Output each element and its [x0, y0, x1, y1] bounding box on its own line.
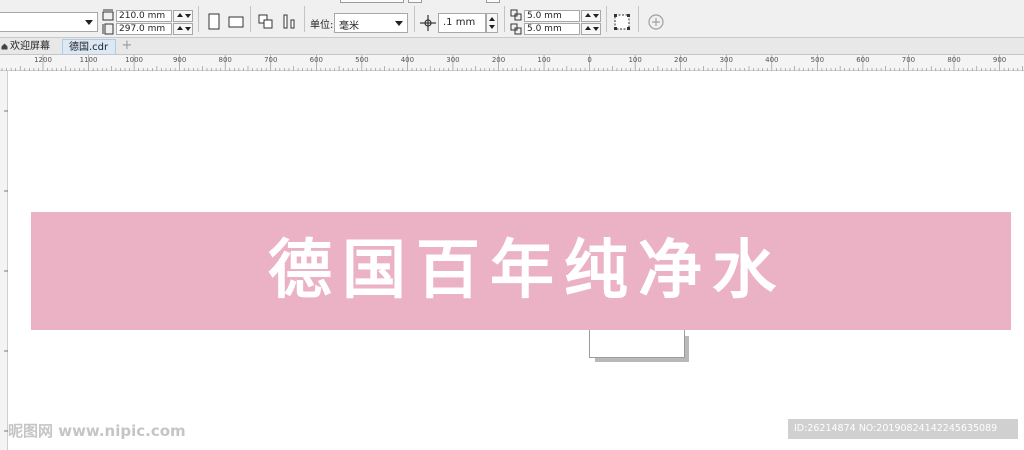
duplicate-x-value: 5.0 mm — [527, 11, 562, 21]
new-tab-button[interactable]: + — [120, 39, 134, 54]
duplicate-x-spinner[interactable] — [581, 10, 601, 22]
chevron-down-icon — [85, 20, 93, 25]
ruler-label: 1000 — [125, 56, 144, 64]
current-page-icon[interactable] — [280, 12, 300, 32]
ruler-label: 600 — [856, 56, 870, 64]
ruler-label: 500 — [810, 56, 825, 64]
toolbar-top-strip — [340, 0, 500, 3]
page-height-spinner[interactable] — [173, 23, 193, 35]
ruler-label: 600 — [309, 56, 323, 64]
nudge-value: .1 mm — [443, 17, 476, 28]
tab-welcome-screen[interactable]: 欢迎屏幕 — [0, 39, 58, 54]
page-height-input[interactable]: 297.0 mm — [116, 23, 172, 35]
add-icon[interactable] — [646, 12, 666, 32]
tab-document[interactable]: 德国.cdr — [62, 39, 116, 54]
paper-size-dropdown[interactable] — [0, 12, 98, 32]
duplicate-y-spinner[interactable] — [581, 23, 601, 35]
add-tab-label: + — [121, 38, 133, 53]
all-pages-icon[interactable] — [256, 12, 276, 32]
watermark-site: 昵图网 www.nipic.com — [8, 422, 186, 440]
landscape-icon[interactable] — [226, 12, 246, 32]
ruler-label: 300 — [446, 56, 460, 64]
watermark-id: ID:26214874 NO:20190824142245635089 — [788, 419, 1018, 439]
drawing-canvas[interactable]: 德国百年纯净水 — [9, 72, 1024, 450]
page-width-value: 210.0 mm — [119, 11, 166, 21]
separator — [504, 6, 505, 32]
page-width-spinner[interactable] — [173, 10, 193, 22]
separator — [638, 6, 639, 32]
separator — [606, 6, 607, 32]
banner-title-text[interactable]: 德国百年纯净水 — [31, 212, 1011, 330]
units-value: 毫米 — [339, 21, 359, 32]
nudge-input[interactable]: .1 mm — [438, 13, 486, 33]
duplicate-x-input[interactable]: 5.0 mm — [524, 10, 580, 22]
tab-welcome-screen-label: 欢迎屏幕 — [10, 41, 50, 52]
ruler-label: 900 — [172, 56, 187, 64]
width-icon — [102, 9, 114, 21]
property-bar: 210.0 mm 297.0 mm 单位: 毫米 .1 mm 5.0 mm 5.… — [0, 0, 1024, 38]
ruler-label: 200 — [491, 56, 506, 64]
duplicate-x-icon — [510, 9, 522, 21]
separator — [414, 6, 415, 32]
ruler-ticks — [1, 55, 1023, 71]
units-label: 单位: — [310, 20, 334, 31]
ruler-label: 700 — [901, 56, 916, 64]
ruler-label: 100 — [628, 56, 642, 64]
document-tab-bar: 欢迎屏幕 德国.cdr + — [0, 38, 1024, 55]
page-width-input[interactable]: 210.0 mm — [116, 10, 172, 22]
separator — [198, 6, 199, 32]
duplicate-y-value: 5.0 mm — [527, 24, 562, 34]
page-height-value: 297.0 mm — [119, 24, 166, 34]
ruler-label: 1200 — [34, 56, 52, 64]
coreldraw-window: 210.0 mm 297.0 mm 单位: 毫米 .1 mm 5.0 mm 5.… — [0, 0, 1024, 450]
duplicate-y-input[interactable]: 5.0 mm — [524, 23, 580, 35]
vertical-ruler[interactable] — [0, 71, 8, 450]
height-icon — [102, 23, 114, 35]
ruler-label: 100 — [537, 56, 551, 64]
horizontal-ruler[interactable]: 1200 1100 1000 900 800 700 600 500 400 300 200 100 0… — [0, 55, 1024, 71]
ruler-label: 700 — [264, 56, 278, 64]
ruler-label: 500 — [355, 56, 369, 64]
nudge-icon — [420, 15, 436, 31]
duplicate-y-icon — [510, 23, 522, 35]
treat-as-filled-icon[interactable] — [612, 12, 632, 32]
ruler-label: 200 — [674, 56, 688, 64]
vertical-ruler-ticks — [4, 110, 8, 432]
chevron-down-icon — [395, 21, 403, 26]
home-icon — [1, 43, 8, 50]
separator — [304, 6, 305, 32]
units-dropdown[interactable]: 毫米 — [334, 13, 408, 33]
portrait-icon[interactable] — [204, 12, 224, 32]
ruler-label: 0 — [587, 56, 592, 64]
ruler-label: 900 — [992, 56, 1007, 64]
tab-document-label: 德国.cdr — [69, 42, 109, 53]
ruler-label: 1100 — [79, 56, 98, 64]
nudge-spinner[interactable] — [486, 13, 498, 33]
page-border — [589, 330, 685, 358]
ruler-label: 400 — [765, 56, 779, 64]
pink-banner-rectangle[interactable]: 德国百年纯净水 — [31, 212, 1011, 330]
ruler-label: 800 — [218, 56, 232, 64]
ruler-label: 800 — [947, 56, 961, 64]
ruler-label: 400 — [400, 56, 415, 64]
separator — [250, 6, 251, 32]
ruler-label: 300 — [719, 56, 733, 64]
